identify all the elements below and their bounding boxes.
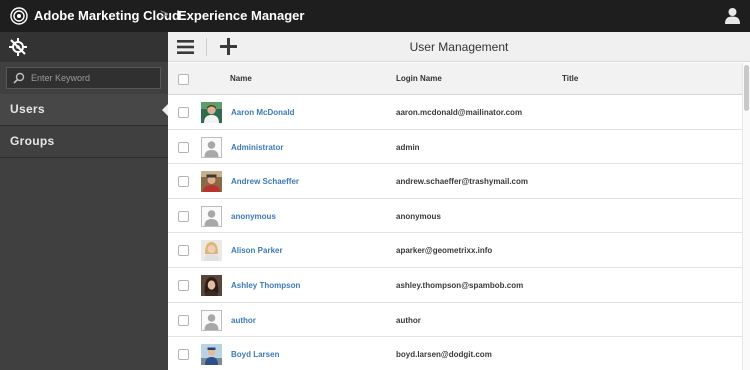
table-header: Name Login Name Title	[168, 63, 742, 95]
search-icon	[13, 72, 25, 84]
vertical-scrollbar[interactable]	[742, 63, 750, 370]
table-row[interactable]: Aaron McDonald aaron.mcdonald@mailinator…	[168, 95, 742, 130]
login-name: aaron.mcdonald@mailinator.com	[396, 108, 523, 117]
row-checkbox[interactable]	[178, 107, 189, 118]
login-name: boyd.larsen@dodgit.com	[396, 350, 492, 360]
scrollbar-thumb[interactable]	[744, 65, 749, 111]
column-header-login[interactable]: Login Name	[396, 74, 442, 83]
default-avatar-icon	[201, 309, 222, 331]
default-avatar-icon	[201, 136, 222, 158]
user-avatar	[201, 240, 222, 262]
user-name-link[interactable]: Andrew Schaeffer	[231, 177, 299, 186]
login-name: author	[396, 315, 421, 325]
navigation-compass-icon[interactable]	[8, 37, 28, 57]
user-avatar	[201, 102, 222, 123]
rail-header	[0, 32, 168, 62]
table-row[interactable]: anonymous anonymous	[168, 198, 742, 234]
user-name-link[interactable]: author	[231, 316, 256, 325]
product-name[interactable]: Experience Manager	[178, 8, 304, 23]
table-row[interactable]: Alison Parker aparker@geometrixx.info	[168, 233, 742, 268]
login-name: andrew.schaeffer@trashymail.com	[396, 177, 528, 187]
user-name-link[interactable]: Aaron McDonald	[231, 108, 295, 117]
login-name: anonymous	[396, 211, 441, 221]
user-name-link[interactable]: anonymous	[231, 212, 276, 221]
select-all-checkbox[interactable]	[178, 74, 189, 85]
adobe-marketing-cloud-logo-icon[interactable]	[10, 7, 28, 25]
column-header-title[interactable]: Title	[562, 74, 578, 83]
default-avatar-icon	[201, 205, 222, 227]
user-name-link[interactable]: Administrator	[231, 143, 283, 152]
login-name: ashley.thompson@spambob.com	[396, 281, 524, 290]
breadcrumb-separator: >	[160, 6, 169, 23]
column-header-name[interactable]: Name	[230, 74, 252, 83]
user-profile-icon[interactable]	[725, 7, 740, 24]
row-checkbox[interactable]	[178, 349, 189, 361]
row-checkbox[interactable]	[178, 280, 189, 291]
user-avatar	[201, 344, 222, 366]
global-header: Adobe Marketing Cloud > Experience Manag…	[0, 0, 750, 32]
user-avatar	[201, 171, 222, 193]
user-name-link[interactable]: Boyd Larsen	[231, 350, 279, 359]
row-checkbox[interactable]	[178, 314, 189, 326]
user-name-link[interactable]: Ashley Thompson	[231, 281, 300, 290]
table-row[interactable]: Administrator admin	[168, 129, 742, 165]
row-checkbox[interactable]	[178, 176, 189, 188]
page-title: User Management	[409, 40, 509, 54]
table-row[interactable]: Andrew Schaeffer andrew.schaeffer@trashy…	[168, 164, 742, 199]
left-rail: Users Groups	[0, 32, 168, 370]
user-name-link[interactable]: Alison Parker	[231, 246, 283, 255]
main-panel: User Management Name Login Name Title Aa…	[168, 32, 750, 370]
login-name: aparker@geometrixx.info	[396, 246, 493, 256]
login-name: admin	[396, 142, 420, 152]
search-input[interactable]	[31, 70, 157, 86]
keyword-search[interactable]	[6, 67, 161, 89]
table-row[interactable]: Boyd Larsen boyd.larsen@dodgit.com	[168, 337, 742, 370]
sidebar-item-groups[interactable]: Groups	[0, 126, 168, 158]
sidebar-item-users[interactable]: Users	[0, 94, 168, 126]
row-checkbox[interactable]	[178, 245, 189, 257]
sidebar-item-label: Groups	[10, 134, 55, 148]
user-avatar	[201, 275, 222, 296]
table-row[interactable]: author author	[168, 302, 742, 338]
action-bar: User Management	[168, 32, 750, 62]
row-checkbox[interactable]	[178, 210, 189, 222]
row-checkbox[interactable]	[178, 141, 189, 153]
table-row[interactable]: Ashley Thompson ashley.thompson@spambob.…	[168, 268, 742, 303]
brand-name[interactable]: Adobe Marketing Cloud	[34, 8, 180, 23]
sidebar-item-label: Users	[10, 102, 45, 116]
